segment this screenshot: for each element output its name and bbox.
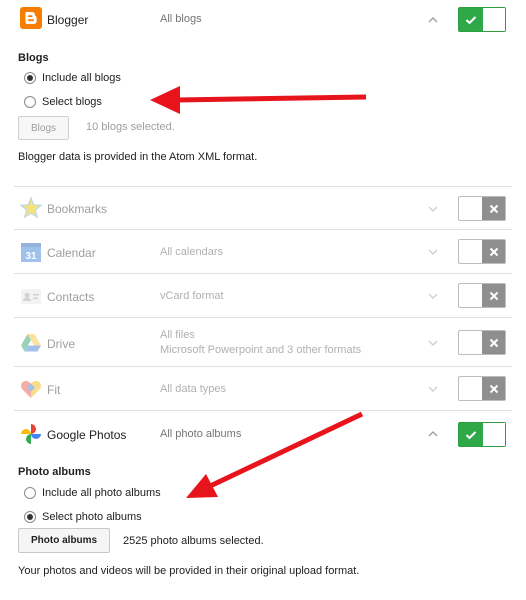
blogs-selected-count: 10 blogs selected. <box>86 121 175 133</box>
product-desc: All calendars <box>160 246 223 258</box>
photo-albums-section-title: Photo albums <box>18 466 91 478</box>
google-photos-toggle[interactable] <box>458 422 506 447</box>
contacts-icon <box>20 285 42 307</box>
chevron-down-icon[interactable] <box>426 338 440 348</box>
product-desc: All data types <box>160 383 227 395</box>
blogs-button[interactable]: Blogs <box>18 116 70 140</box>
product-desc: vCard format <box>160 290 224 302</box>
chevron-down-icon[interactable] <box>426 384 440 394</box>
product-row-calendar: 31 Calendar All calendars <box>14 230 512 274</box>
x-icon <box>482 197 505 220</box>
blogs-section-title: Blogs <box>18 52 49 64</box>
radio-include-all-blogs[interactable]: Include all blogs <box>24 72 121 84</box>
drive-icon <box>20 332 42 354</box>
svg-text:31: 31 <box>25 251 37 262</box>
fit-heart-icon <box>20 378 42 400</box>
product-desc-formats: Microsoft Powerpoint and 3 other formats <box>160 344 362 356</box>
bookmarks-toggle[interactable] <box>458 196 506 221</box>
product-row-bookmarks: Bookmarks <box>14 187 512 230</box>
x-icon <box>482 284 505 307</box>
bookmarks-star-icon <box>19 196 43 219</box>
product-desc: All blogs <box>160 13 202 25</box>
checkmark-icon <box>459 423 483 446</box>
photos-format-note: Your photos and videos will be provided … <box>18 565 360 577</box>
product-row-fit: Fit All data types <box>14 367 512 411</box>
photo-albums-selected-count: 2525 photo albums selected. <box>123 535 264 547</box>
product-name: Fit <box>47 383 61 397</box>
photo-albums-button[interactable]: Photo albums <box>18 528 111 553</box>
chevron-up-icon[interactable] <box>426 429 440 439</box>
blogger-icon <box>20 7 42 29</box>
product-name: Bookmarks <box>47 202 108 216</box>
chevron-down-icon[interactable] <box>426 247 440 257</box>
x-icon <box>482 331 505 354</box>
calendar-toggle[interactable] <box>458 239 506 264</box>
fit-toggle[interactable] <box>458 376 506 401</box>
radio-include-all-photo-albums[interactable]: Include all photo albums <box>24 487 161 499</box>
radio-select-photo-albums[interactable]: Select photo albums <box>24 511 142 523</box>
product-name: Blogger <box>47 13 89 27</box>
x-icon <box>482 240 505 263</box>
checkmark-icon <box>459 8 483 31</box>
radio-select-blogs[interactable]: Select blogs <box>24 96 102 108</box>
product-row-contacts: Contacts vCard format <box>14 274 512 318</box>
product-desc: All files <box>160 329 195 341</box>
product-desc: All photo albums <box>160 428 242 440</box>
calendar-icon: 31 <box>20 241 42 263</box>
chevron-up-icon[interactable] <box>426 15 440 25</box>
product-name: Calendar <box>47 246 96 260</box>
product-name: Contacts <box>47 290 95 304</box>
drive-toggle[interactable] <box>458 330 506 355</box>
blogger-toggle[interactable] <box>458 7 506 32</box>
contacts-toggle[interactable] <box>458 283 506 308</box>
product-row-google-photos: Google Photos All photo albums <box>14 411 512 455</box>
google-photos-icon <box>20 423 42 445</box>
product-name: Google Photos <box>47 428 127 442</box>
chevron-down-icon[interactable] <box>426 291 440 301</box>
chevron-down-icon[interactable] <box>426 204 440 214</box>
product-row-blogger: Blogger All blogs <box>14 0 512 38</box>
product-name: Drive <box>47 337 76 351</box>
blogger-format-note: Blogger data is provided in the Atom XML… <box>18 151 258 163</box>
x-icon <box>482 377 505 400</box>
product-row-drive: Drive All files Microsoft Powerpoint and… <box>14 318 512 367</box>
